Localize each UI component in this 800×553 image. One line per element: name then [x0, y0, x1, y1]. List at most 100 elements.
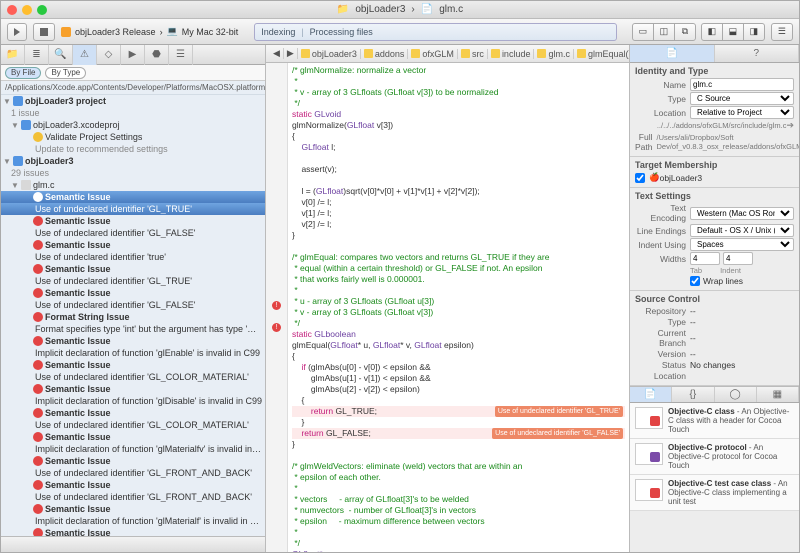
line-endings-select[interactable]: Default - OS X / Unix (LF)	[690, 224, 794, 237]
forward-button[interactable]: ▶	[284, 48, 298, 59]
navigator-tabs: 📁 ≣ 🔍 ⚠ ◇ ▶ ⬣ ☰	[1, 45, 265, 65]
symbol-nav-tab[interactable]: ≣	[25, 45, 49, 65]
close-icon[interactable]	[7, 5, 17, 15]
error-marker-icon[interactable]: !	[272, 301, 281, 310]
tab-width-input[interactable]	[690, 252, 720, 265]
library-item[interactable]: Objective-C protocol - An Objective-C pr…	[630, 439, 799, 475]
issue-detail[interactable]: Implicit declaration of function 'glDisa…	[1, 395, 265, 407]
breakpoint-nav-tab[interactable]: ⬣	[145, 45, 169, 65]
project-nav-tab[interactable]: 📁	[1, 45, 25, 65]
issue-detail[interactable]: Use of undeclared identifier 'GL_FALSE'	[1, 227, 265, 239]
stop-button[interactable]	[33, 23, 55, 41]
minimize-icon[interactable]	[22, 5, 32, 15]
inline-error-badge[interactable]: Use of undeclared identifier 'GL_TRUE'	[495, 406, 623, 417]
gutter[interactable]: ! !	[266, 63, 288, 552]
help-inspector-tab[interactable]: ?	[715, 45, 800, 62]
issue-nav-tab[interactable]: ⚠	[73, 45, 97, 65]
issue-row[interactable]: Semantic Issue	[1, 359, 265, 371]
zoom-icon[interactable]	[37, 5, 47, 15]
jump-bar[interactable]: ◀ ▶ objLoader3addonsofxGLMsrcincludeglm.…	[266, 45, 629, 63]
library-item[interactable]: Objective-C test case class - An Objecti…	[630, 475, 799, 511]
toggle-debug-button[interactable]: ⬓	[722, 23, 744, 41]
log-nav-tab[interactable]: ☰	[169, 45, 193, 65]
file-type-select[interactable]: C Source	[690, 92, 794, 105]
navigator-panel: 📁 ≣ 🔍 ⚠ ◇ ▶ ⬣ ☰ By File By Type /Applica…	[1, 45, 266, 552]
issue-detail[interactable]: Use of undeclared identifier 'GL_COLOR_M…	[1, 371, 265, 383]
file-name-input[interactable]	[690, 78, 794, 91]
run-button[interactable]	[7, 23, 27, 41]
object-tab[interactable]: ◯	[715, 387, 757, 402]
issue-detail[interactable]: Implicit declaration of function 'glEnab…	[1, 347, 265, 359]
wrap-lines-checkbox[interactable]	[690, 276, 700, 286]
indent-width-input[interactable]	[723, 252, 753, 265]
issue-row[interactable]: Semantic Issue	[1, 407, 265, 419]
jump-bar-item[interactable]: glm.c	[534, 49, 574, 59]
editor-mode-segmented[interactable]: ▭ ◫ ⧉	[633, 23, 696, 41]
issue-row[interactable]: Semantic Issue	[1, 455, 265, 467]
issue-row[interactable]: Semantic Issue	[1, 239, 265, 251]
jump-bar-item[interactable]: src	[458, 49, 488, 59]
jump-bar-item[interactable]: objLoader3	[298, 49, 361, 59]
filter-by-type[interactable]: By Type	[45, 67, 86, 79]
issue-detail[interactable]: Use of undeclared identifier 'GL_FALSE'	[1, 299, 265, 311]
error-marker-icon[interactable]: !	[272, 323, 281, 332]
issue-detail[interactable]: Use of undeclared identifier 'GL_COLOR_M…	[1, 419, 265, 431]
version-editor-button[interactable]: ⧉	[674, 23, 696, 41]
issue-detail[interactable]: Use of undeclared identifier 'GL_FRONT_A…	[1, 491, 265, 503]
inline-error-badge[interactable]: Use of undeclared identifier 'GL_FALSE'	[492, 428, 623, 439]
scheme-selector[interactable]: objLoader3 Release › 💻 My Mac 32-bit	[61, 26, 238, 37]
jump-bar-item[interactable]: addons	[361, 49, 409, 59]
jump-bar-item[interactable]: ofxGLM	[408, 49, 458, 59]
location-select[interactable]: Relative to Project	[690, 106, 794, 119]
issue-row[interactable]: Semantic Issue	[1, 263, 265, 275]
toggle-inspector-button[interactable]: ◨	[743, 23, 765, 41]
jump-bar-item[interactable]: glmEqual()	[574, 49, 636, 59]
identity-header: Identity and Type	[635, 66, 794, 76]
issue-row[interactable]: Semantic Issue	[1, 215, 265, 227]
issue-row[interactable]: Semantic Issue	[1, 503, 265, 515]
issue-detail[interactable]: Use of undeclared identifier 'GL_TRUE'	[1, 275, 265, 287]
issue-row[interactable]: Format String Issue	[1, 311, 265, 323]
inspector-panel: 📄 ? Identity and Type Name TypeC Source …	[629, 45, 799, 552]
issue-row[interactable]: Semantic Issue	[1, 335, 265, 347]
source-editor[interactable]: /* glmNormalize: normalize a vector * * …	[288, 63, 629, 552]
indent-using-select[interactable]: Spaces	[690, 238, 794, 251]
issue-detail[interactable]: Implicit declaration of function 'glMate…	[1, 443, 265, 455]
selected-issue[interactable]: Semantic Issue	[1, 191, 265, 203]
assistant-editor-button[interactable]: ◫	[653, 23, 675, 41]
issue-tree[interactable]: ▼objLoader3 project 1 issue ▼objLoader3.…	[1, 95, 265, 536]
issue-row[interactable]: Semantic Issue	[1, 527, 265, 536]
issue-row[interactable]: Semantic Issue	[1, 383, 265, 395]
target-checkbox[interactable]	[635, 173, 645, 183]
jump-bar-item[interactable]: include	[488, 49, 535, 59]
test-nav-tab[interactable]: ◇	[97, 45, 121, 65]
navigator-filter-bar[interactable]	[1, 536, 265, 552]
toolbar: objLoader3 Release › 💻 My Mac 32-bit Ind…	[1, 19, 799, 45]
activity-view: Indexing|Processing files	[254, 23, 617, 41]
filter-by-file[interactable]: By File	[5, 67, 41, 79]
code-snippet-tab[interactable]: {}	[672, 387, 714, 402]
library-item[interactable]: Objective-C class - An Objective-C class…	[630, 403, 799, 439]
template-icon	[635, 407, 663, 429]
issue-detail[interactable]: Use of undeclared identifier 'true'	[1, 251, 265, 263]
issue-detail[interactable]: Format specifies type 'int' but the argu…	[1, 323, 265, 335]
issue-detail[interactable]: Use of undeclared identifier 'GL_FRONT_A…	[1, 467, 265, 479]
file-template-tab[interactable]: 📄	[630, 387, 672, 402]
toggle-navigator-button[interactable]: ◧	[701, 23, 723, 41]
search-nav-tab[interactable]: 🔍	[49, 45, 73, 65]
standard-editor-button[interactable]: ▭	[632, 23, 654, 41]
media-tab[interactable]: ▦	[757, 387, 799, 402]
issue-row[interactable]: Semantic Issue	[1, 479, 265, 491]
view-segmented[interactable]: ◧ ⬓ ◨	[702, 23, 765, 41]
encoding-select[interactable]: Western (Mac OS Roman)	[690, 207, 794, 220]
choose-path-icon[interactable]: ➔	[786, 120, 794, 131]
issue-row[interactable]: Semantic Issue	[1, 287, 265, 299]
template-icon	[635, 443, 663, 465]
file-inspector-tab[interactable]: 📄	[630, 45, 715, 62]
organizer-button[interactable]: ☰	[771, 23, 793, 41]
debug-nav-tab[interactable]: ▶	[121, 45, 145, 65]
source-control-header: Source Control	[635, 294, 794, 304]
issue-detail[interactable]: Implicit declaration of function 'glMate…	[1, 515, 265, 527]
back-button[interactable]: ◀	[270, 48, 284, 59]
issue-row[interactable]: Semantic Issue	[1, 431, 265, 443]
